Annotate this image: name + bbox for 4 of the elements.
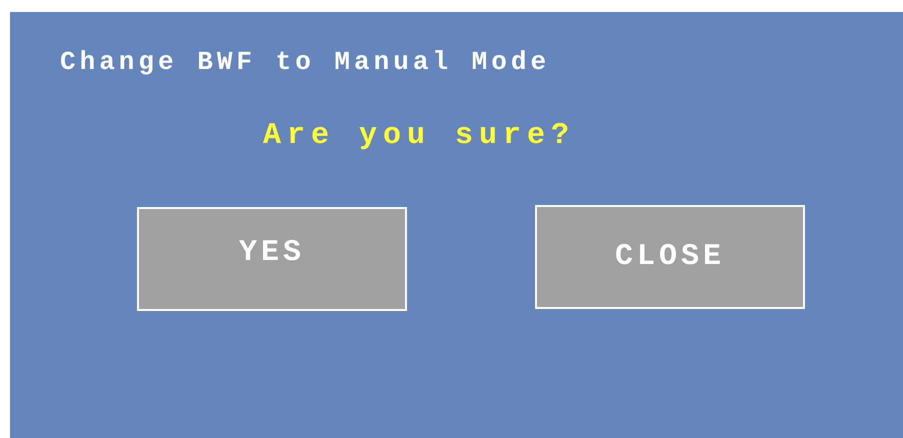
- yes-button[interactable]: YES: [137, 207, 407, 311]
- close-button[interactable]: CLOSE: [535, 205, 805, 309]
- dialog-title: Change BWF to Manual Mode: [60, 46, 550, 78]
- confirmation-question: Are you sure?: [263, 118, 576, 154]
